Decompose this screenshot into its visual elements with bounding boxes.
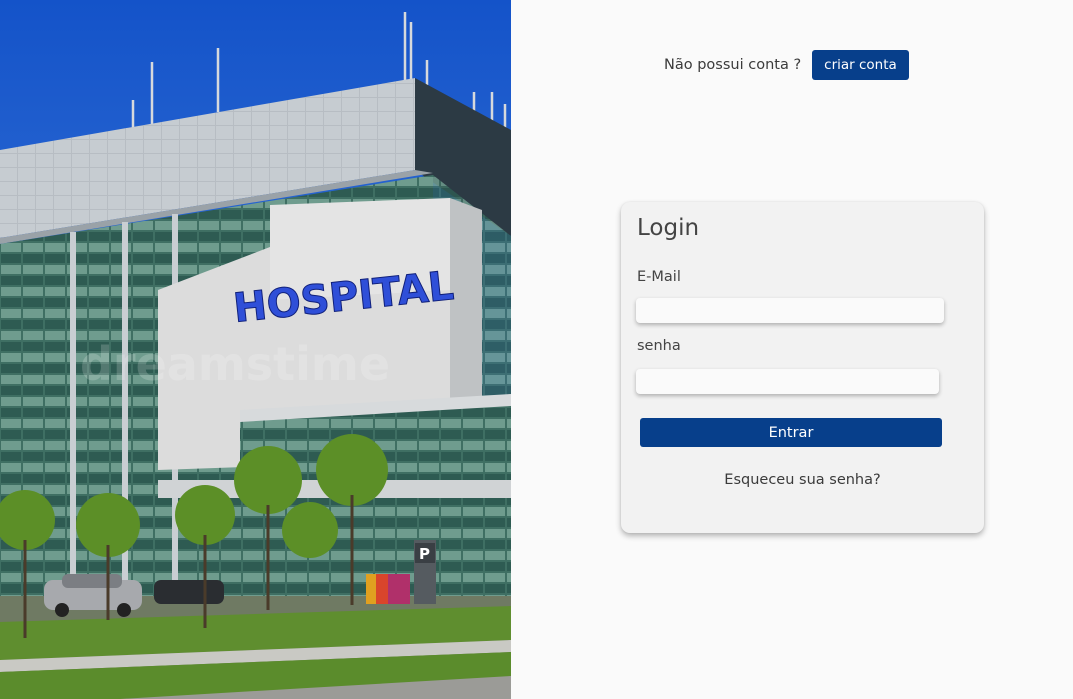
- parking-sign-text: P: [419, 545, 430, 563]
- login-submit-button[interactable]: Entrar: [640, 418, 942, 447]
- hospital-hero-image: HOSPITAL P dreamstime: [0, 0, 511, 699]
- signup-row: Não possui conta ? criar conta: [664, 50, 909, 80]
- login-page: HOSPITAL P dreamstime Não possui conta ?…: [0, 0, 1073, 699]
- forgot-password-link[interactable]: Esqueceu sua senha?: [621, 472, 984, 488]
- watermark-text: dreamstime: [80, 337, 390, 391]
- password-label: senha: [637, 338, 681, 354]
- login-card: Login E-Mail senha Entrar Esqueceu sua s…: [621, 202, 984, 533]
- create-account-button[interactable]: criar conta: [812, 50, 909, 80]
- email-label: E-Mail: [637, 269, 681, 285]
- login-title: Login: [637, 215, 700, 241]
- email-field[interactable]: [636, 298, 944, 323]
- password-field[interactable]: [636, 369, 939, 394]
- signup-prompt: Não possui conta ?: [664, 57, 802, 73]
- auth-panel: Não possui conta ? criar conta Login E-M…: [511, 0, 1073, 699]
